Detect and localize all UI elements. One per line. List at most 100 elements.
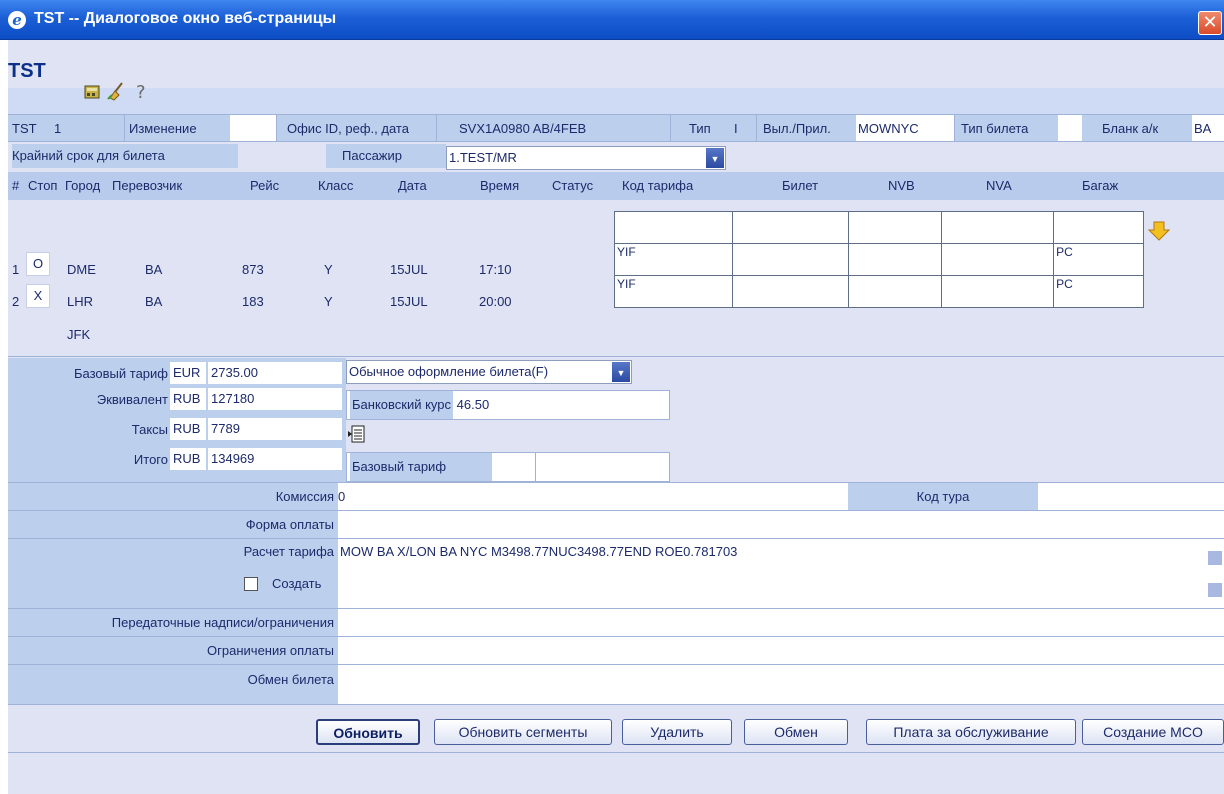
equivalent-currency[interactable]: RUB <box>170 388 206 410</box>
equivalent-value[interactable]: 127180 <box>208 388 342 410</box>
baggage-cell[interactable]: PC <box>1053 275 1144 308</box>
segment-carrier: BA <box>145 262 163 277</box>
base-fare2-box: Базовый тариф <box>346 452 670 482</box>
create-checkbox[interactable] <box>244 577 258 591</box>
payment-label: Форма оплаты <box>8 511 338 538</box>
segment-stop[interactable]: X <box>26 284 50 308</box>
header-row: TST 1 Изменение Офис ID, реф., дата SVX1… <box>8 114 1224 142</box>
final-city: JFK <box>67 327 91 342</box>
commission-value[interactable]: 0 <box>338 483 848 510</box>
segment-date: 15JUL <box>390 294 428 309</box>
delete-button[interactable]: Удалить <box>622 719 732 745</box>
col-flight: Рейс <box>250 178 280 193</box>
col-nva: NVA <box>986 178 1012 193</box>
total-currency[interactable]: RUB <box>170 448 206 470</box>
type-label: Тип <box>670 115 711 141</box>
segments-header: # Стоп Город Перевозчик Рейс Класс Дата … <box>8 172 1224 200</box>
col-fare-code: Код тарифа <box>622 178 694 193</box>
payment-restrictions-field[interactable] <box>338 637 1224 664</box>
tour-code-field[interactable] <box>1038 483 1224 510</box>
calculator-icon[interactable] <box>82 80 104 102</box>
fare-calc-field[interactable]: MOW BA X/LON BA NYC M3498.77NUC3498.77EN… <box>338 539 1224 608</box>
payment-field[interactable] <box>338 511 1224 538</box>
col-nvb: NVB <box>888 178 915 193</box>
base-fare-label: Базовый тариф <box>73 366 168 381</box>
payment-restrictions-label: Ограничения оплаты <box>8 637 338 664</box>
total-label: Итого <box>133 452 168 467</box>
base-fare-value[interactable]: 2735.00 <box>208 362 342 384</box>
action-buttons: Обновить Обновить сегменты Удалить Обмен… <box>8 704 1224 752</box>
segment-num: 2 <box>12 294 20 309</box>
issue-mode-value: Обычное оформление билета(F) <box>349 364 549 379</box>
fare-code-cell[interactable]: YIF <box>614 275 733 308</box>
update-button[interactable]: Обновить <box>316 719 420 745</box>
taxes-value[interactable]: 7789 <box>208 418 342 440</box>
segment-city: LHR <box>67 294 94 309</box>
scroll-down-icon[interactable] <box>1208 583 1222 597</box>
scroll-up-icon[interactable] <box>1208 551 1222 565</box>
nvb-input[interactable] <box>847 211 943 244</box>
col-status: Статус <box>552 178 594 193</box>
passenger-select[interactable]: 1.TEST/MR ▼ <box>446 146 726 170</box>
bank-rate-value[interactable]: 46.50 <box>457 397 490 412</box>
segment-flight: 873 <box>242 262 264 277</box>
arrow-down-icon[interactable] <box>1148 220 1170 242</box>
exchange-button[interactable]: Обмен <box>744 719 848 745</box>
window-title: TST -- Диалоговое окно веб-страницы <box>34 10 337 27</box>
chevron-down-icon[interactable]: ▼ <box>706 148 724 168</box>
col-class: Класс <box>318 178 354 193</box>
nva-input[interactable] <box>941 211 1055 244</box>
toolbar-band <box>8 88 1224 114</box>
ie-icon: e <box>8 11 26 29</box>
exchange-field[interactable] <box>338 665 1224 704</box>
col-city: Город <box>65 178 101 193</box>
divider <box>535 453 536 481</box>
change-field[interactable] <box>230 115 276 141</box>
nvb-cell[interactable] <box>847 243 943 276</box>
bank-rate-box: Банковский курс 46.50 <box>346 390 670 420</box>
endorsements-row: Передаточные надписи/ограничения <box>8 608 1224 636</box>
base-fare-currency[interactable]: EUR <box>170 362 206 384</box>
office-value: SVX1A0980 AB/4FEB <box>436 115 670 141</box>
route-value: MOWNYC <box>856 115 954 141</box>
ticket-cell[interactable] <box>731 243 849 276</box>
segment-flight: 183 <box>242 294 264 309</box>
segment-num: 1 <box>12 262 20 277</box>
baggage-cell[interactable]: PC <box>1053 243 1144 276</box>
nva-cell[interactable] <box>941 243 1055 276</box>
taxes-label: Таксы <box>131 422 168 437</box>
nvb-cell[interactable] <box>847 275 943 308</box>
segment-stop[interactable]: O <box>26 252 50 276</box>
blank-label: Бланк а/к <box>1102 121 1159 136</box>
ticket-cell[interactable] <box>731 275 849 308</box>
fare-code-input[interactable] <box>614 211 733 244</box>
endorsements-field[interactable] <box>338 609 1224 636</box>
equivalent-label: Эквивалент <box>96 392 168 407</box>
total-value[interactable]: 134969 <box>208 448 342 470</box>
col-baggage: Багаж <box>1082 178 1119 193</box>
commission-label: Комиссия <box>8 483 338 510</box>
close-icon[interactable]: ✕ <box>1198 11 1222 35</box>
help-icon[interactable]: ? <box>130 80 152 102</box>
col-carrier: Перевозчик <box>112 178 183 193</box>
deadline-passenger-row: Крайний срок для билета Пассажир 1.TEST/… <box>8 142 1224 172</box>
nva-cell[interactable] <box>941 275 1055 308</box>
chevron-down-icon[interactable]: ▼ <box>612 362 630 382</box>
fare-code-cell[interactable]: YIF <box>614 243 733 276</box>
issue-mode-select[interactable]: Обычное оформление билета(F) ▼ <box>346 360 632 384</box>
segment-date: 15JUL <box>390 262 428 277</box>
segment-class: Y <box>324 262 333 277</box>
exchange-label: Обмен билета <box>8 665 338 704</box>
broom-icon[interactable] <box>106 80 128 102</box>
baggage-input[interactable] <box>1053 211 1144 244</box>
create-mco-button[interactable]: Создание MCO <box>1082 719 1224 745</box>
ticket-input[interactable] <box>731 211 849 244</box>
tax-details-icon[interactable] <box>348 424 368 444</box>
service-fee-button[interactable]: Плата за обслуживание <box>866 719 1076 745</box>
tour-code-label: Код тура <box>916 489 970 504</box>
blank-value: BA <box>1192 115 1224 141</box>
taxes-currency[interactable]: RUB <box>170 418 206 440</box>
update-segments-button[interactable]: Обновить сегменты <box>434 719 612 745</box>
deadline-label: Крайний срок для билета <box>12 144 238 168</box>
ticket-type-field[interactable] <box>1058 115 1082 141</box>
